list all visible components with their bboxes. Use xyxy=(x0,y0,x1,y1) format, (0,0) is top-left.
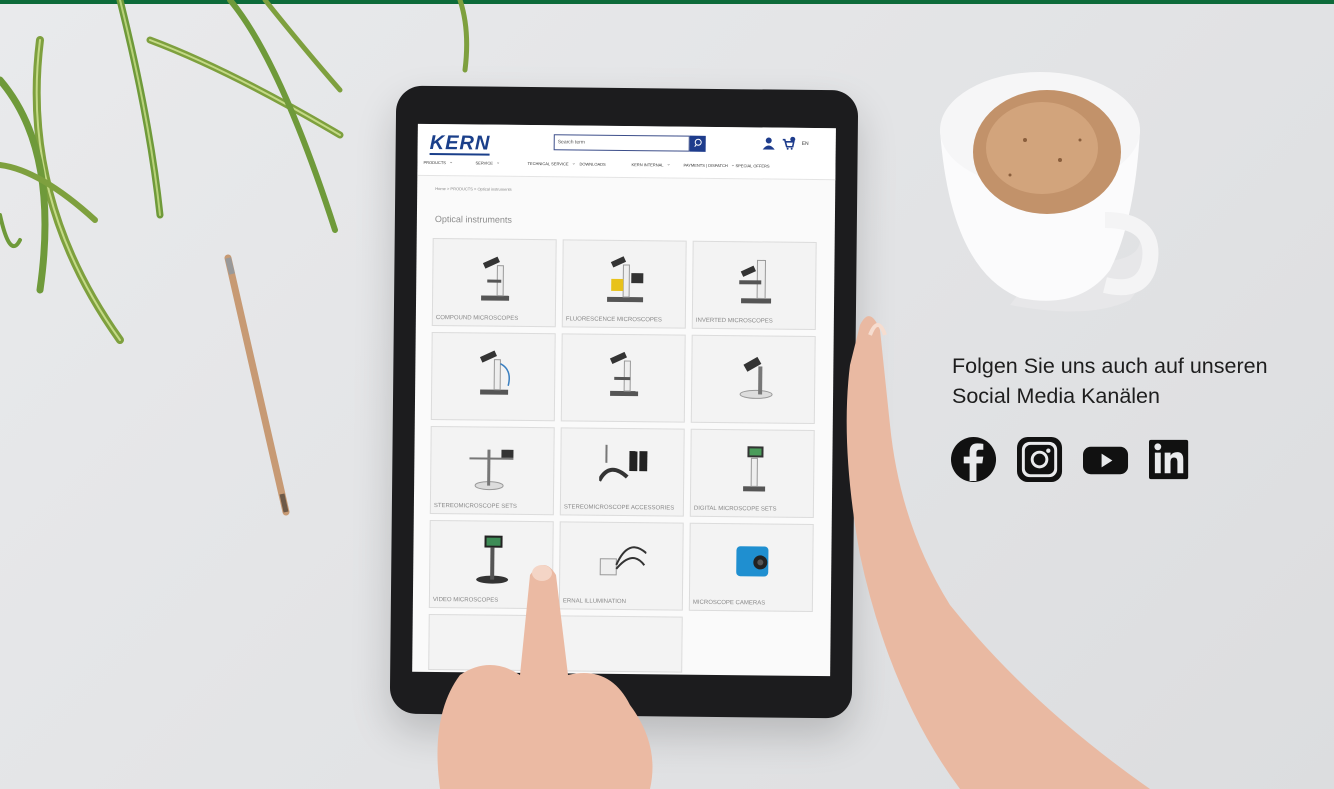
nav-special-offers[interactable]: SPECIAL OFFERS xyxy=(735,163,787,169)
category-tile[interactable] xyxy=(430,331,556,422)
category-label: INVERTED MICROSCOPES xyxy=(695,318,773,325)
youtube-icon xyxy=(1083,446,1129,475)
category-tile[interactable] xyxy=(690,334,816,424)
linkedin-link[interactable] xyxy=(1149,436,1215,483)
kern-header-icons: EN xyxy=(762,136,809,150)
category-label: STEREOMICROSCOPE SETS xyxy=(433,503,517,511)
nav-payments-dispatch[interactable]: PAYMENTS | DISPATCH ⌄ xyxy=(683,162,736,169)
nav-products[interactable]: PRODUCTS ⌄ xyxy=(423,159,475,166)
facebook-icon xyxy=(951,436,997,483)
kern-header: KERN Search term EN PRODUCTS ⌄ SERVICE ⌄… xyxy=(417,123,836,181)
kern-nav: PRODUCTS ⌄ SERVICE ⌄ TECHNICAL SERVICE ⌄ DO… xyxy=(423,159,787,170)
category-tile[interactable]: COMPOUND MICROSCOPES xyxy=(431,237,557,328)
kern-search-button[interactable] xyxy=(689,135,706,152)
chevron-down-icon: ⌄ xyxy=(495,159,501,166)
category-tile[interactable] xyxy=(560,333,686,423)
category-label: STEREOMICROSCOPE ACCESSORIES xyxy=(563,504,675,512)
microscope-icon xyxy=(739,356,773,399)
instagram-link[interactable] xyxy=(1017,436,1083,483)
category-label: DIGITAL MICROSCOPE SETS xyxy=(693,506,777,514)
microscope-icon xyxy=(607,256,644,303)
category-label: COMPOUND MICROSCOPES xyxy=(435,315,519,323)
category-tile[interactable]: STEREOMICROSCOPE ACCESSORIES xyxy=(559,427,685,517)
page-title: Optical instruments xyxy=(434,214,512,225)
facebook-link[interactable] xyxy=(951,436,1017,483)
category-tile[interactable]: FLUORESCENCE MICROSCOPES xyxy=(561,239,687,329)
nav-downloads[interactable]: DOWNLOADS xyxy=(579,161,631,168)
user-icon[interactable] xyxy=(762,136,776,150)
microscope-icon xyxy=(481,256,510,301)
cart-icon[interactable] xyxy=(782,136,796,151)
category-label: MICROSCOPE CAMERAS xyxy=(692,600,766,607)
digital-microscope-icon xyxy=(743,446,766,492)
eyepiece-accessory-icon xyxy=(599,444,648,482)
kern-logo[interactable]: KERN xyxy=(430,132,491,156)
coffee-cup-image xyxy=(940,72,1159,312)
microscope-icon xyxy=(469,449,514,491)
nav-kern-internal[interactable]: KERN INTERNAL ⌄ xyxy=(631,161,683,168)
kern-logo-underline xyxy=(429,152,490,156)
nav-service[interactable]: SERVICE ⌄ xyxy=(475,160,527,166)
chevron-down-icon: ⌄ xyxy=(448,159,454,166)
nav-technical-service[interactable]: TECHNICAL SERVICE ⌄ xyxy=(527,160,579,167)
kern-search-input[interactable]: Search term xyxy=(553,134,690,152)
pencil-image xyxy=(224,254,290,516)
category-tile[interactable]: MICROSCOPE CAMERAS xyxy=(688,522,814,612)
chevron-down-icon: ⌄ xyxy=(730,162,736,169)
social-icons-row xyxy=(951,436,1215,483)
category-tile[interactable]: INVERTED MICROSCOPES xyxy=(691,240,817,331)
search-icon xyxy=(694,138,702,148)
microscope-icon xyxy=(609,351,639,397)
social-follow-text: Folgen Sie uns auch auf unseren Social M… xyxy=(952,354,1268,408)
category-label: FLUORESCENCE MICROSCOPES xyxy=(565,316,662,324)
linkedin-icon xyxy=(1149,439,1189,480)
left-hand-image xyxy=(437,565,653,789)
microscope-icon xyxy=(739,259,772,304)
category-tile[interactable]: STEREOMICROSCOPE SETS xyxy=(429,425,555,516)
youtube-link[interactable] xyxy=(1083,436,1149,483)
category-tile[interactable]: DIGITAL MICROSCOPE SETS xyxy=(689,428,815,518)
chevron-down-icon: ⌄ xyxy=(571,160,576,167)
instagram-icon xyxy=(1017,436,1063,483)
language-selector[interactable]: EN xyxy=(802,141,809,147)
chevron-down-icon: ⌄ xyxy=(666,161,671,168)
breadcrumb[interactable]: Home > PRODUCTS > Optical instruments xyxy=(435,186,512,192)
camera-icon xyxy=(736,546,769,577)
microscope-icon xyxy=(479,350,510,395)
